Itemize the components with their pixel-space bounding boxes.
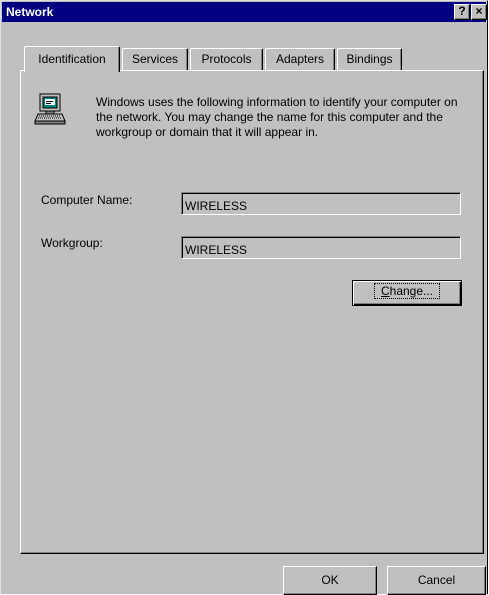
ok-button-label: OK (321, 573, 339, 587)
identification-panel (20, 70, 484, 554)
identification-description: Windows uses the following information t… (96, 95, 458, 139)
close-button[interactable]: × (471, 4, 487, 20)
tab-identification[interactable]: Identification (24, 46, 120, 72)
title-bar[interactable]: Network ? × (2, 2, 487, 22)
computer-name-label: Computer Name: (41, 193, 133, 207)
computer-name-field[interactable] (181, 192, 461, 215)
cancel-button[interactable]: Cancel (387, 566, 486, 595)
tab-protocols[interactable]: Protocols (190, 48, 263, 72)
tab-bindings-label: Bindings (346, 52, 393, 66)
change-button[interactable]: Change... (352, 280, 462, 306)
ok-button[interactable]: OK (283, 566, 377, 595)
workgroup-field[interactable] (181, 236, 461, 259)
tab-services[interactable]: Services (122, 48, 188, 72)
cancel-button-label: Cancel (417, 573, 456, 587)
change-mnemonic: C (380, 284, 390, 298)
help-button[interactable]: ? (454, 4, 470, 20)
change-button-label: hange... (389, 284, 434, 298)
tab-identification-label: Identification (38, 52, 106, 66)
tab-protocols-label: Protocols (201, 52, 252, 66)
tab-services-label: Services (131, 52, 178, 66)
change-button-focus: Change... (373, 283, 441, 299)
tab-adapters[interactable]: Adapters (265, 48, 335, 72)
window-title: Network (6, 5, 54, 19)
help-icon: ? (458, 4, 466, 18)
network-computer-icon (34, 93, 66, 125)
workgroup-label: Workgroup: (41, 236, 103, 250)
network-dialog: Network ? × Identification Services Prot… (0, 0, 488, 595)
close-icon: × (475, 4, 483, 18)
tab-adapters-label: Adapters (275, 52, 325, 66)
tab-bindings[interactable]: Bindings (337, 48, 402, 72)
